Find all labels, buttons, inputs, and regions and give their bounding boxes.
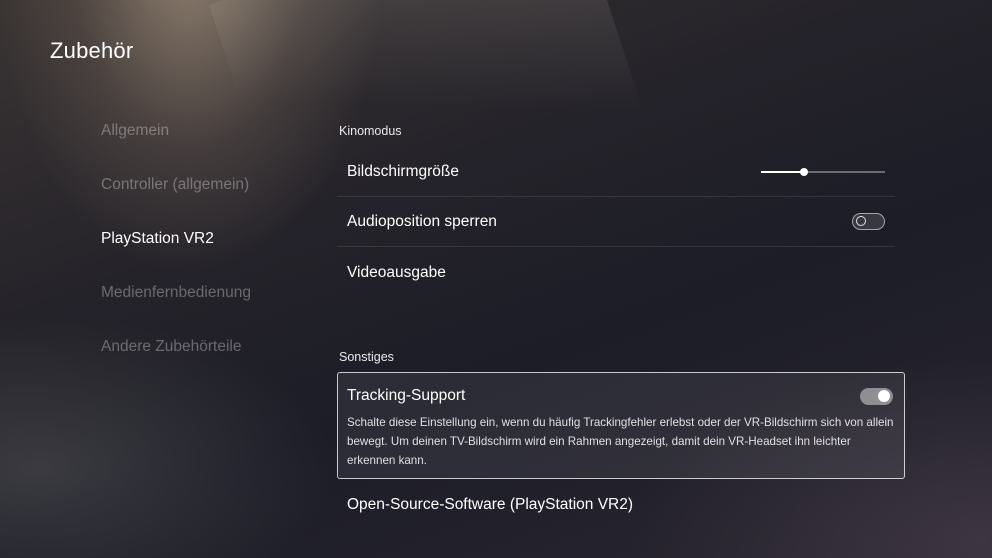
slider-fill [761,170,805,173]
toggle-knob [856,216,866,226]
setting-label-screen-size: Bildschirmgröße [347,162,459,180]
audio-lock-toggle[interactable] [852,213,885,230]
setting-row-tracking-support[interactable]: Tracking-Support Schalte diese Einstellu… [337,372,905,479]
setting-label-open-source: Open-Source-Software (PlayStation VR2) [347,496,634,513]
setting-label-tracking-support: Tracking-Support [347,387,466,404]
setting-label-audio-lock: Audioposition sperren [347,212,497,230]
tracking-support-toggle[interactable] [860,387,893,405]
slider-thumb[interactable] [800,167,809,176]
setting-row-screen-size[interactable]: Bildschirmgröße [337,147,895,197]
toggle-knob [878,390,890,402]
sidebar-item-controller[interactable]: Controller (allgemein) [101,158,321,212]
page-title: Zubehör [50,38,134,63]
sidebar-item-playstation-vr2[interactable]: PlayStation VR2 [101,212,321,266]
sidebar-item-andere-zubehoerteile[interactable]: Andere Zubehörteile [101,320,321,374]
setting-row-open-source[interactable]: Open-Source-Software (PlayStation VR2) [337,480,895,530]
setting-row-audio-lock[interactable]: Audioposition sperren [337,197,895,247]
sidebar-item-allgemein[interactable]: Allgemein [101,104,321,158]
section-heading-kinomodus: Kinomodus [339,124,402,138]
screen-size-slider[interactable] [761,165,885,179]
setting-label-video-output: Videoausgabe [347,264,446,281]
section-heading-sonstiges: Sonstiges [339,350,394,364]
sidebar: Allgemein Controller (allgemein) PlaySta… [101,104,321,374]
setting-row-video-output[interactable]: Videoausgabe [337,248,895,298]
sidebar-item-medienfernbedienung[interactable]: Medienfernbedienung [101,266,321,320]
tracking-support-description: Schalte diese Einstellung ein, wenn du h… [347,416,894,467]
